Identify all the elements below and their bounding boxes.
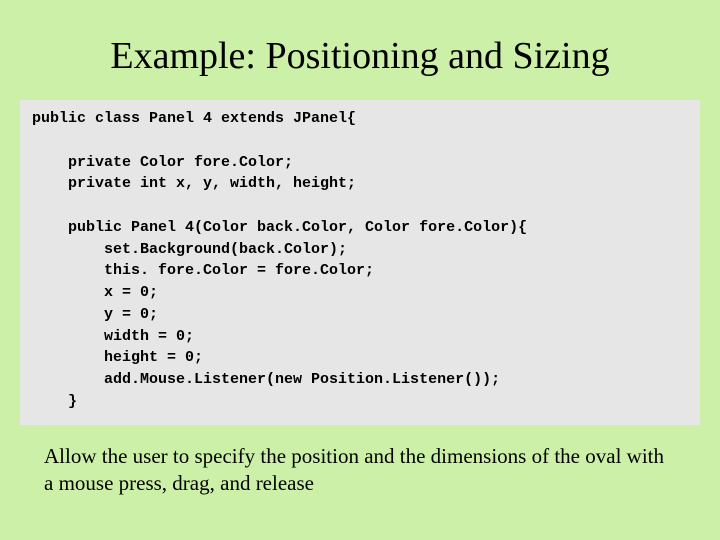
- code-line: private int x, y, width, height;: [32, 175, 356, 192]
- code-line: public Panel 4(Color back.Color, Color f…: [32, 219, 527, 236]
- code-line: set.Background(back.Color);: [32, 241, 347, 258]
- slide: Example: Positioning and Sizing public c…: [0, 0, 720, 540]
- code-block: public class Panel 4 extends JPanel{ pri…: [20, 100, 700, 425]
- slide-title: Example: Positioning and Sizing: [40, 34, 680, 78]
- code-line: this. fore.Color = fore.Color;: [32, 262, 374, 279]
- code-line: width = 0;: [32, 328, 194, 345]
- caption-text: Allow the user to specify the position a…: [44, 443, 676, 498]
- code-line: }: [32, 393, 77, 410]
- code-line: public class Panel 4 extends JPanel{: [32, 110, 356, 127]
- code-line: y = 0;: [32, 306, 158, 323]
- code-line: add.Mouse.Listener(new Position.Listener…: [32, 371, 500, 388]
- code-line: height = 0;: [32, 349, 203, 366]
- code-line: private Color fore.Color;: [32, 154, 293, 171]
- code-line: x = 0;: [32, 284, 158, 301]
